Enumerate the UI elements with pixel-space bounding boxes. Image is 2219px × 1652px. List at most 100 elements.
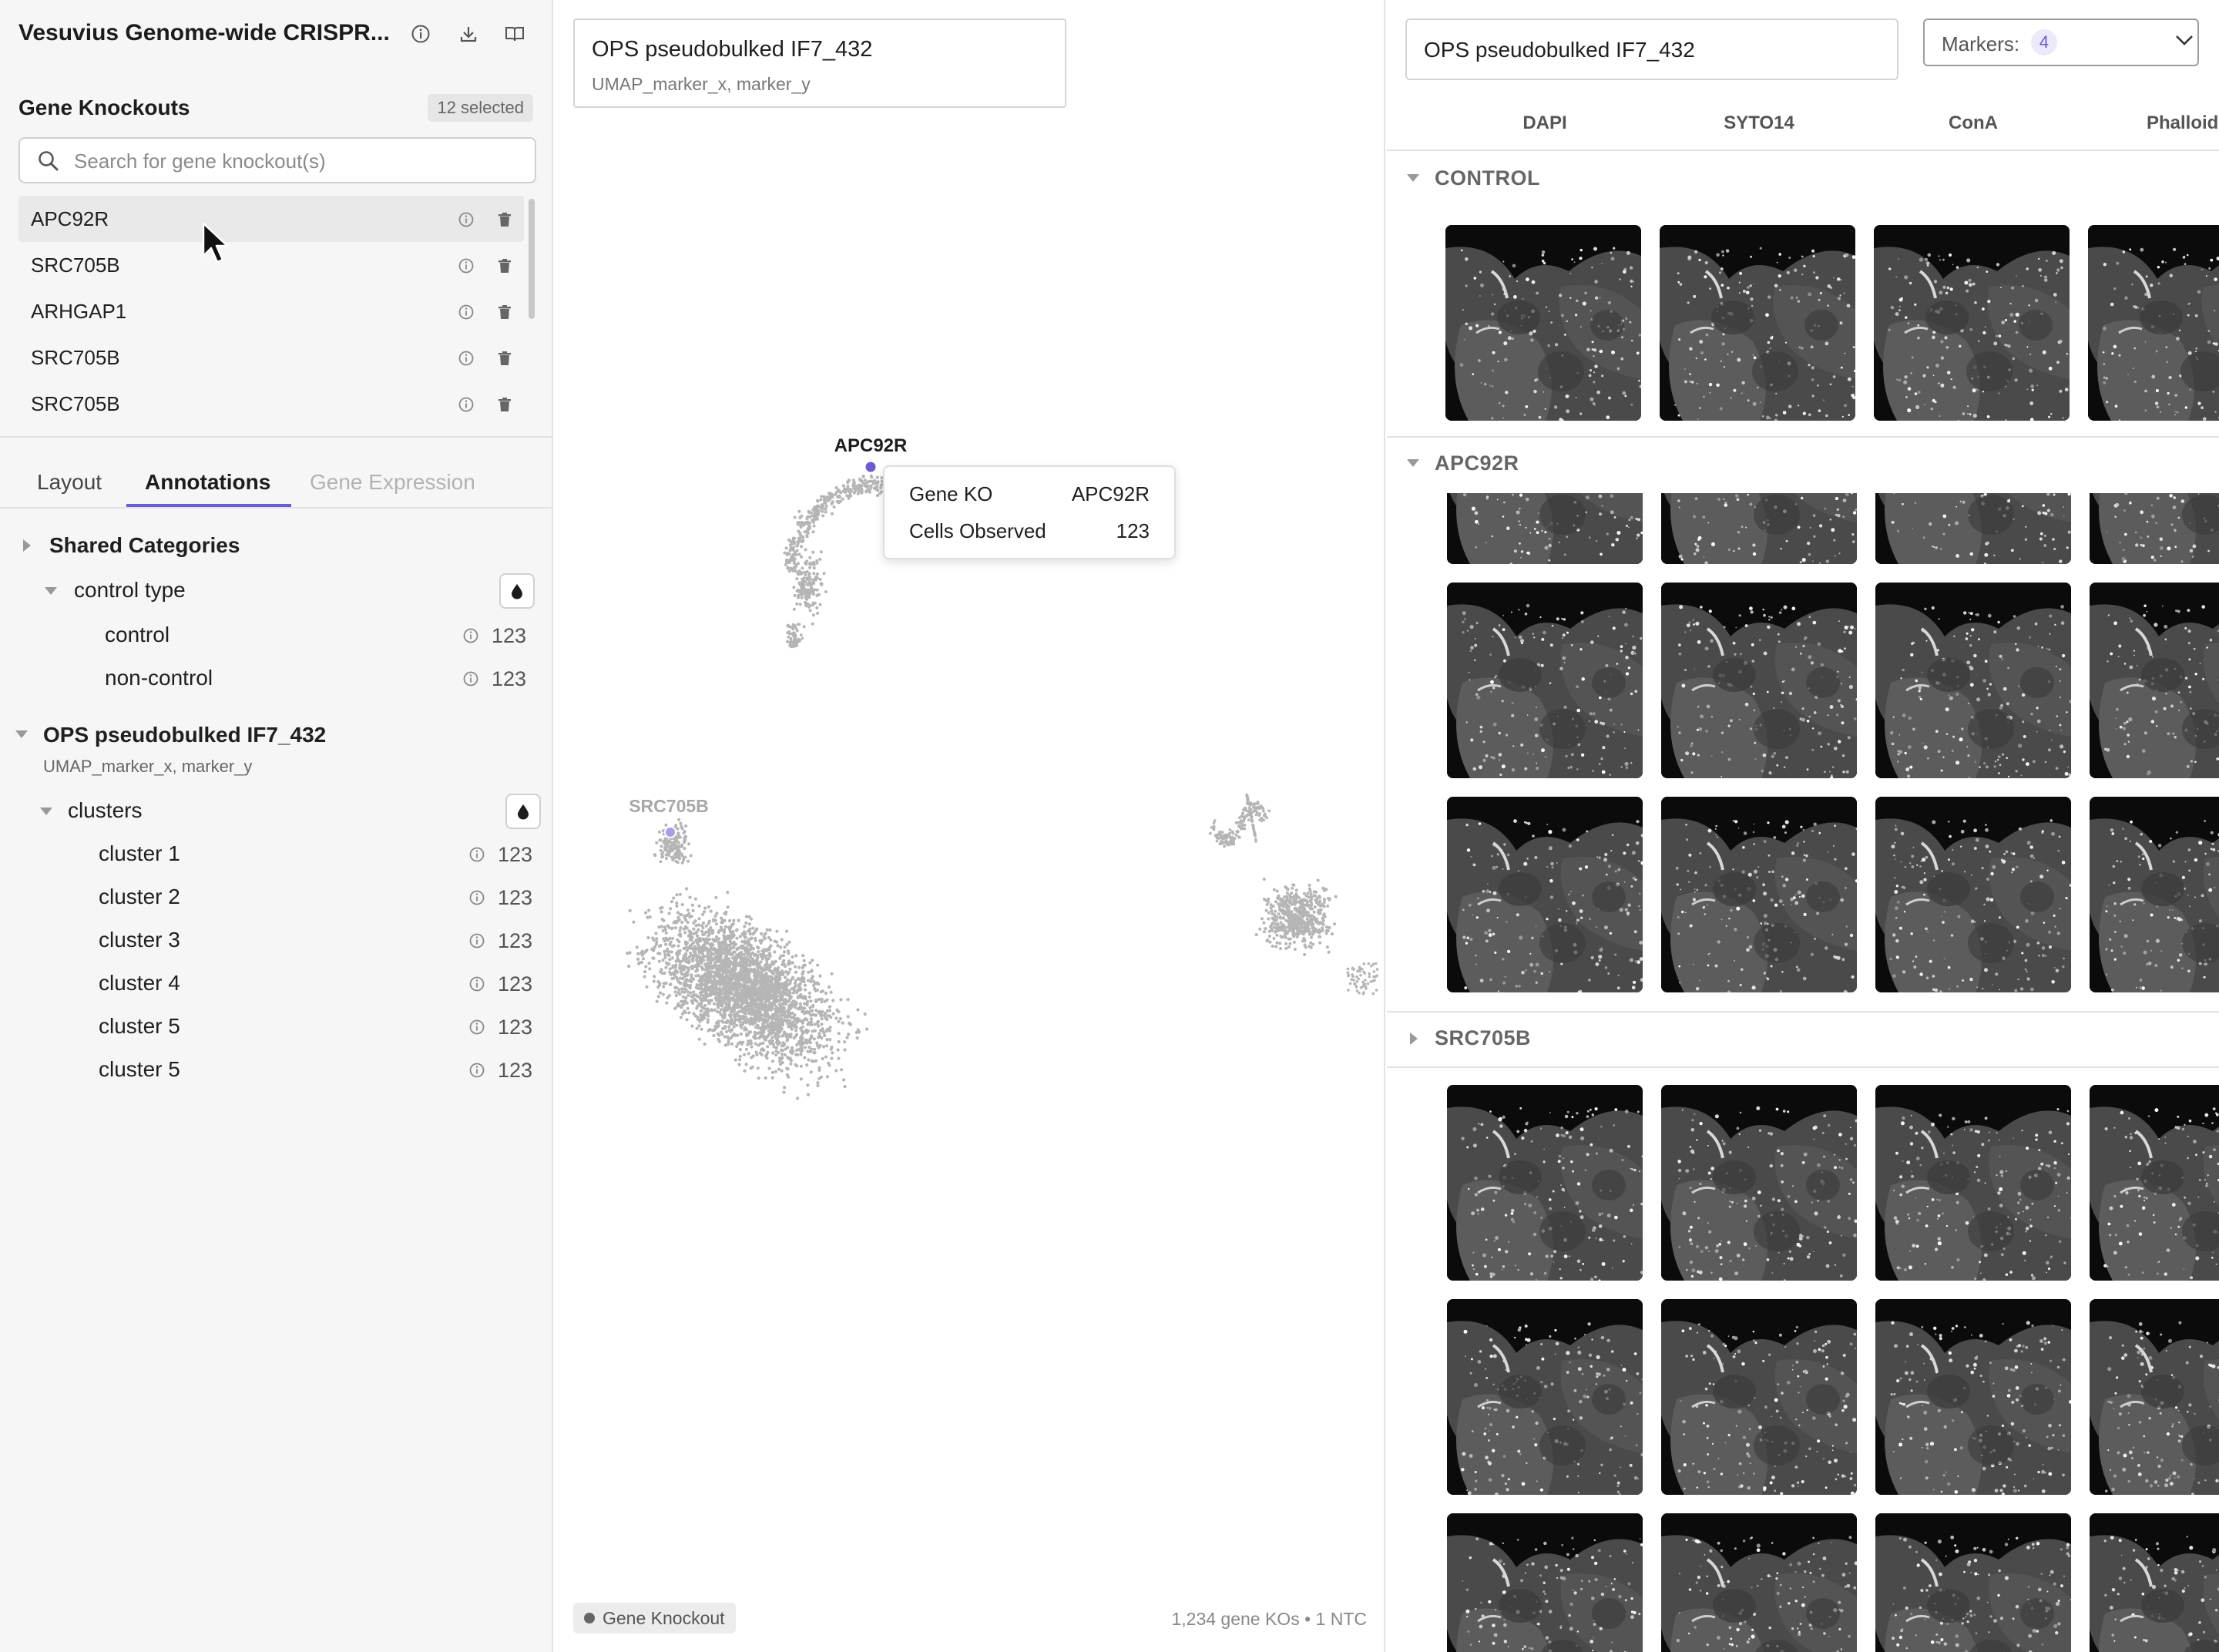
divider	[0, 436, 552, 438]
info-icon[interactable]	[468, 846, 485, 867]
cell-image-cona[interactable]	[1875, 1085, 2071, 1281]
knockout-label: SRC705B	[31, 253, 120, 277]
tab-layout[interactable]: Layout	[37, 470, 102, 495]
header-divider	[1387, 149, 2219, 151]
group-header-src705b[interactable]: SRC705B	[1387, 1012, 2219, 1066]
cell-image-dapi[interactable]	[1447, 1085, 1643, 1281]
trash-icon[interactable]	[496, 210, 513, 233]
tab-gene-expression[interactable]: Gene Expression	[310, 470, 475, 495]
cell-image-dapi[interactable]	[1447, 493, 1643, 564]
chevron-down-icon[interactable]	[1407, 459, 1419, 467]
cell-image-cona[interactable]	[1875, 493, 2071, 564]
umap-scatter-plot[interactable]: APC92R SRC705B	[553, 0, 1384, 1652]
cell-image-dapi[interactable]	[1447, 1299, 1643, 1495]
cell-image-phalloidin[interactable]	[2090, 1085, 2219, 1281]
cluster-item[interactable]: cluster 2 123	[0, 877, 552, 917]
cell-image-phalloidin[interactable]	[2090, 1513, 2219, 1652]
knockout-item[interactable]: SRC705B	[18, 334, 524, 381]
cluster-label: cluster 5	[99, 1057, 180, 1081]
info-icon[interactable]	[462, 627, 479, 648]
trash-icon[interactable]	[496, 256, 513, 280]
knockout-item[interactable]: APC92R	[18, 196, 524, 242]
dataset-input[interactable]	[1424, 35, 1878, 65]
cell-image-phalloidin[interactable]	[2088, 225, 2219, 421]
shared-categories-row[interactable]: Shared Categories	[0, 525, 552, 566]
legend-chip[interactable]: Gene Knockout	[573, 1603, 736, 1634]
cell-image-syto14[interactable]	[1661, 797, 1857, 992]
cell-image-phalloidin[interactable]	[2090, 797, 2219, 992]
info-icon[interactable]	[468, 975, 485, 996]
tab-annotations[interactable]: Annotations	[145, 470, 270, 495]
knockout-item[interactable]: ARHGAP1	[18, 288, 524, 334]
cell-image-syto14[interactable]	[1661, 493, 1857, 564]
info-icon[interactable]	[462, 670, 479, 691]
info-icon[interactable]	[407, 20, 435, 48]
info-icon[interactable]	[458, 395, 475, 418]
cell-image-dapi[interactable]	[1445, 225, 1641, 421]
chevron-down-icon[interactable]	[40, 808, 52, 815]
cell-image-syto14[interactable]	[1661, 1085, 1857, 1281]
info-icon[interactable]	[468, 1062, 485, 1083]
cluster-item[interactable]: cluster 5 123	[0, 1049, 552, 1090]
chevron-down-icon[interactable]	[2174, 34, 2194, 46]
chevron-down-icon[interactable]	[1407, 174, 1419, 182]
cell-image-dapi[interactable]	[1447, 797, 1643, 992]
chevron-down-icon[interactable]	[45, 587, 57, 595]
control-type-row[interactable]: control type	[0, 570, 552, 610]
cluster-item[interactable]: cluster 4 123	[0, 963, 552, 1003]
cell-image-cona[interactable]	[1874, 225, 2070, 421]
search-input[interactable]	[74, 146, 521, 176]
trash-icon[interactable]	[496, 348, 513, 372]
cluster-count: 123	[498, 1016, 533, 1039]
markers-dropdown[interactable]: Markers:	[1923, 18, 2199, 66]
chevron-down-icon[interactable]	[15, 730, 28, 738]
embedding-selector[interactable]: OPS pseudobulked IF7_432 UMAP_marker_x, …	[573, 18, 1066, 108]
cell-image-cona[interactable]	[1875, 583, 2071, 778]
cell-image-cona[interactable]	[1875, 1513, 2071, 1652]
info-icon[interactable]	[458, 348, 475, 372]
image-gallery-panel: Markers: 4 DAPI SYTO14 ConA Phalloidin C…	[1387, 0, 2219, 1652]
group-header-control[interactable]: CONTROL	[1387, 153, 2219, 206]
cell-image-syto14[interactable]	[1660, 225, 1855, 421]
category-count: 123	[492, 624, 527, 647]
chevron-right-icon[interactable]	[23, 539, 31, 552]
cell-image-phalloidin[interactable]	[2090, 493, 2219, 564]
cell-image-phalloidin[interactable]	[2090, 1299, 2219, 1495]
cell-image-dapi[interactable]	[1447, 583, 1643, 778]
dataset-field[interactable]	[1405, 18, 1898, 80]
chevron-right-icon[interactable]	[1410, 1032, 1418, 1045]
info-icon[interactable]	[468, 1019, 485, 1039]
info-icon[interactable]	[468, 932, 485, 953]
cell-image-syto14[interactable]	[1661, 1513, 1857, 1652]
category-item-control[interactable]: control 123	[0, 615, 552, 655]
trash-icon[interactable]	[496, 302, 513, 326]
list-scrollbar[interactable]	[529, 199, 535, 319]
group-header-apc92r[interactable]: APC92R	[1387, 438, 2219, 492]
cell-image-syto14[interactable]	[1661, 583, 1857, 778]
cell-image-syto14[interactable]	[1661, 1299, 1857, 1495]
gene-search[interactable]	[18, 137, 536, 183]
cell-image-cona[interactable]	[1875, 1299, 2071, 1495]
book-icon[interactable]	[501, 20, 529, 48]
cluster-item[interactable]: cluster 5 123	[0, 1006, 552, 1046]
info-icon[interactable]	[458, 302, 475, 326]
embedding-annotation-row[interactable]: OPS pseudobulked IF7_432 UMAP_marker_x, …	[0, 717, 552, 786]
download-icon[interactable]	[455, 20, 482, 48]
info-icon[interactable]	[468, 889, 485, 910]
cluster-item[interactable]: cluster 3 123	[0, 920, 552, 960]
color-by-button[interactable]	[499, 573, 535, 609]
color-by-button[interactable]	[505, 794, 541, 829]
clusters-row[interactable]: clusters	[0, 791, 552, 831]
cell-image-cona[interactable]	[1875, 797, 2071, 992]
category-item-non-control[interactable]: non-control 123	[0, 658, 552, 698]
knockout-item[interactable]: SRC705B	[18, 381, 524, 427]
info-icon[interactable]	[458, 210, 475, 233]
markers-count-badge: 4	[2031, 29, 2057, 55]
knockout-item[interactable]: SRC705B	[18, 242, 524, 288]
embedding-selector-title: OPS pseudobulked IF7_432	[592, 37, 873, 62]
cluster-item[interactable]: cluster 1 123	[0, 834, 552, 874]
cell-image-dapi[interactable]	[1447, 1513, 1643, 1652]
trash-icon[interactable]	[496, 395, 513, 418]
cell-image-phalloidin[interactable]	[2090, 583, 2219, 778]
info-icon[interactable]	[458, 256, 475, 280]
